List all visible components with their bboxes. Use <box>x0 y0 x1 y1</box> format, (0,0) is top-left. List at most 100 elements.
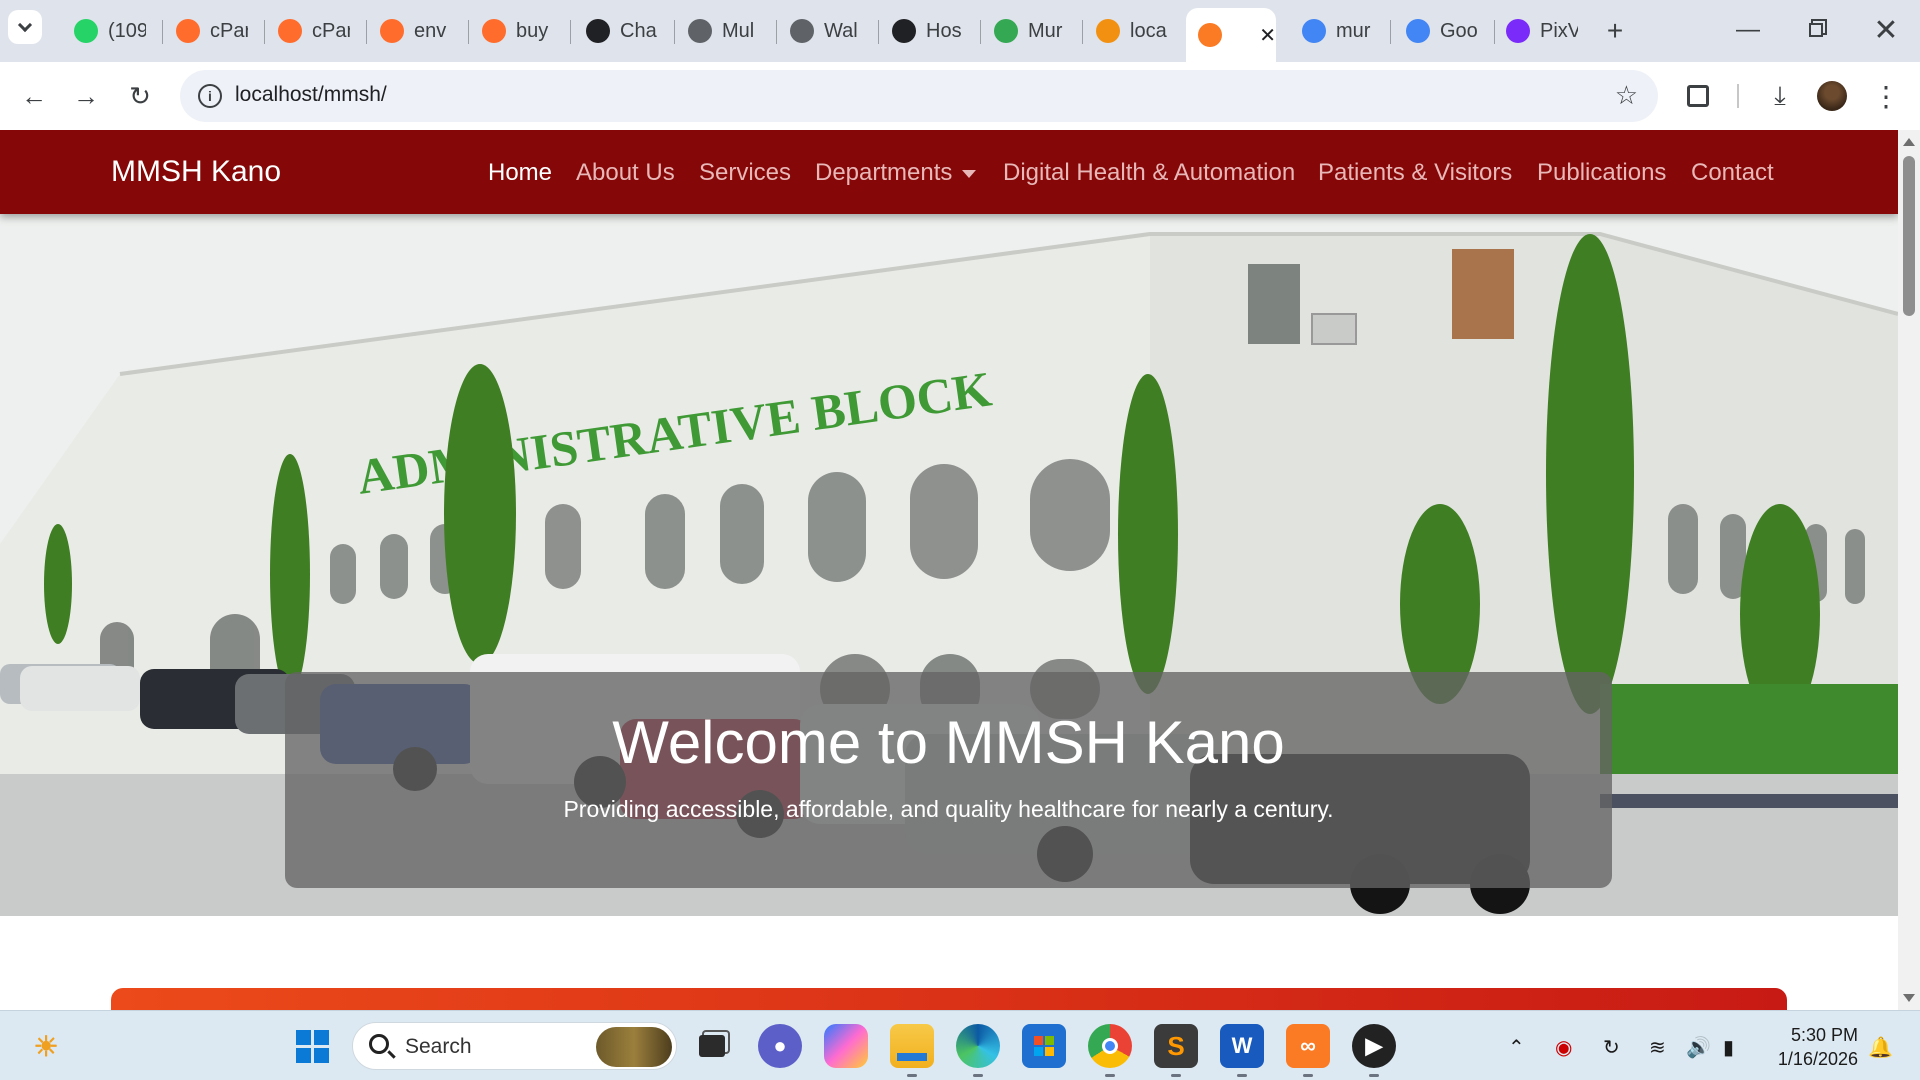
nav-services[interactable]: Services <box>699 159 791 187</box>
running-indicator <box>1237 1074 1247 1077</box>
download-icon: ⤓ <box>1774 80 1786 110</box>
back-button[interactable]: ← <box>12 74 56 118</box>
browser-tab[interactable]: buy <box>470 10 562 52</box>
browser-tab[interactable]: Cha <box>574 10 666 52</box>
widgets-icon[interactable]: ☀ <box>24 1024 68 1068</box>
bookmark-star-icon[interactable]: ☆ <box>1615 80 1638 111</box>
tab-search-button[interactable] <box>8 10 42 44</box>
url-text[interactable]: localhost/mmsh/ <box>235 83 387 107</box>
nav-patients-visitors[interactable]: Patients & Visitors <box>1318 159 1512 187</box>
browser-tab[interactable]: cPar <box>164 10 256 52</box>
running-indicator <box>973 1074 983 1077</box>
tab-separator <box>878 20 879 44</box>
nav-about[interactable]: About Us <box>576 159 675 187</box>
arrow-right-icon: → <box>73 80 99 111</box>
tab-separator <box>980 20 981 44</box>
search-icon <box>369 1034 389 1054</box>
copilot-icon[interactable] <box>824 1024 868 1068</box>
browser-tab-title: cPar <box>312 19 350 42</box>
scroll-down-icon[interactable] <box>1903 994 1915 1002</box>
tab-separator <box>1082 20 1083 44</box>
cpanel-icon <box>278 19 302 43</box>
teams-chat-icon[interactable]: ● <box>758 1024 802 1068</box>
kebab-menu-icon: ⋮ <box>1872 80 1900 112</box>
hero-title: Welcome to MMSH Kano <box>612 709 1285 776</box>
volume-icon[interactable]: 🔊 <box>1686 1035 1711 1060</box>
scroll-up-icon[interactable] <box>1903 138 1915 146</box>
reload-icon: ↻ <box>129 80 151 111</box>
profile-button[interactable] <box>1810 74 1854 118</box>
restore-button[interactable] <box>1788 10 1844 50</box>
store-icon[interactable] <box>1022 1024 1066 1068</box>
forward-button[interactable]: → <box>64 74 108 118</box>
tab-separator <box>1390 20 1391 44</box>
extensions-button[interactable] <box>1676 74 1720 118</box>
address-bar[interactable]: i localhost/mmsh/ ☆ <box>180 70 1658 122</box>
close-window-button[interactable]: ✕ <box>1858 10 1914 50</box>
new-tab-button[interactable]: + <box>1598 14 1632 48</box>
start-button[interactable] <box>290 1024 334 1068</box>
word-icon[interactable]: W <box>1220 1024 1264 1068</box>
tab-separator <box>570 20 571 44</box>
sublime-text-icon[interactable]: S <box>1154 1024 1198 1068</box>
nav-digital-health[interactable]: Digital Health & Automation <box>1003 159 1295 187</box>
running-indicator <box>907 1074 917 1077</box>
chatgpt-icon <box>586 19 610 43</box>
browser-tab[interactable]: Goo <box>1394 10 1486 52</box>
pixverse-icon <box>1506 19 1530 43</box>
browser-tab-title: Cha <box>620 19 657 42</box>
nav-contact[interactable]: Contact <box>1691 159 1774 187</box>
system-clock[interactable]: 5:30 PM 1/16/2026 <box>1766 1023 1858 1071</box>
browser-tab-title: loca <box>1130 19 1167 42</box>
hero-caption: Welcome to MMSH Kano Providing accessibl… <box>285 672 1612 888</box>
minimize-button[interactable]: — <box>1720 10 1776 50</box>
sync-alert-icon[interactable]: ↻ <box>1603 1035 1620 1060</box>
network-status-icon[interactable]: ◉ <box>1555 1035 1572 1060</box>
browser-tab[interactable]: mur <box>1290 10 1382 52</box>
page-scrollbar[interactable] <box>1898 130 1920 1010</box>
downloads-button[interactable]: ⤓ <box>1758 74 1802 118</box>
reload-button[interactable]: ↻ <box>118 74 162 118</box>
maps-pin-icon <box>994 19 1018 43</box>
running-indicator <box>1369 1074 1379 1077</box>
scrollbar-thumb[interactable] <box>1903 156 1915 316</box>
menu-button[interactable]: ⋮ <box>1864 74 1908 118</box>
nav-home[interactable]: Home <box>488 159 552 187</box>
clock-date: 1/16/2026 <box>1777 1049 1858 1069</box>
browser-tab[interactable]: Wal <box>778 10 870 52</box>
xampp-icon[interactable]: ∞ <box>1286 1024 1330 1068</box>
file-explorer-icon[interactable] <box>890 1024 934 1068</box>
browser-tab[interactable]: Mur <box>982 10 1074 52</box>
browser-tab-title: Goo <box>1440 19 1478 42</box>
task-view-icon[interactable] <box>690 1024 734 1068</box>
media-player-icon[interactable]: ▶ <box>1352 1024 1396 1068</box>
taskbar-search[interactable]: Search <box>352 1022 677 1070</box>
battery-icon[interactable]: ▮ <box>1723 1035 1734 1060</box>
nav-departments[interactable]: Departments <box>815 159 977 187</box>
cpanel-icon <box>380 19 404 43</box>
browser-tab[interactable]: PixV <box>1494 10 1586 52</box>
browser-toolbar: ← → ↻ i localhost/mmsh/ ☆ ⤓ ⋮ <box>0 62 1920 130</box>
chrome-icon[interactable] <box>1088 1024 1132 1068</box>
whatsapp-icon <box>74 19 98 43</box>
browser-tab[interactable]: Hos <box>880 10 972 52</box>
browser-tab[interactable]: cPar <box>266 10 358 52</box>
wifi-icon[interactable]: ≋ <box>1649 1035 1666 1060</box>
browser-tab[interactable]: env <box>368 10 460 52</box>
browser-tab[interactable]: (109 <box>62 10 154 52</box>
chatgpt-icon <box>892 19 916 43</box>
running-indicator <box>1105 1074 1115 1077</box>
restore-icon <box>1809 23 1823 37</box>
browser-tab[interactable]: loca <box>1084 10 1176 52</box>
show-hidden-icons-chevron-up-icon[interactable]: ⌃ <box>1508 1035 1525 1060</box>
close-tab-icon[interactable]: ✕ <box>1259 23 1276 48</box>
caret-down-icon <box>962 169 977 178</box>
browser-tab[interactable]: ✕ <box>1186 8 1276 62</box>
windows-taskbar: ☀ Search ● S W ∞ ▶ ⌃ ◉ ↻ ≋ 🔊 ▮ 5:30 PM 1… <box>0 1010 1920 1080</box>
site-info-icon[interactable]: i <box>198 84 222 108</box>
site-brand[interactable]: MMSH Kano <box>111 155 281 189</box>
edge-icon[interactable] <box>956 1024 1000 1068</box>
nav-publications[interactable]: Publications <box>1537 159 1666 187</box>
notifications-icon[interactable]: 🔔 <box>1868 1035 1893 1060</box>
browser-tab[interactable]: Mul <box>676 10 768 52</box>
